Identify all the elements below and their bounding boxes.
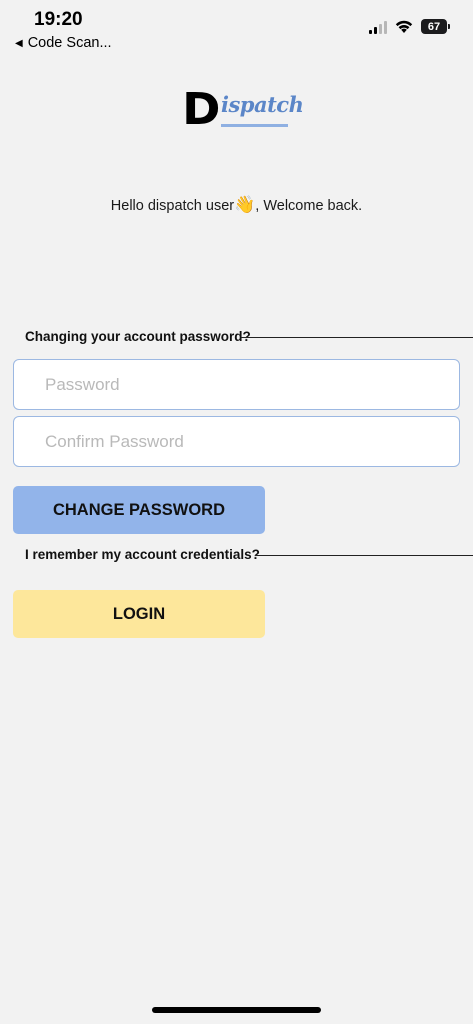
welcome-back-text: , Welcome back. [255, 198, 363, 214]
logo-letter: D [182, 84, 221, 135]
home-indicator[interactable] [152, 1007, 321, 1013]
back-app-label: Code Scan... [27, 35, 112, 51]
back-to-app-link[interactable]: ◀ Code Scan... [15, 35, 112, 51]
confirm-password-input[interactable] [13, 416, 460, 467]
status-time: 19:20 [34, 9, 83, 30]
logo-underline [221, 124, 288, 127]
login-button[interactable]: LOGIN [13, 590, 265, 638]
login-screen: 19:20 ◀ Code Scan... 67 D ispatch Hello … [0, 0, 473, 1024]
wifi-icon [395, 20, 413, 33]
logo-word: ispatch [221, 92, 304, 117]
status-icons: 67 [369, 19, 450, 34]
change-password-label: Changing your account password? [25, 329, 251, 344]
change-password-button[interactable]: CHANGE PASSWORD [13, 486, 265, 534]
password-input[interactable] [13, 359, 460, 410]
divider-line [241, 337, 473, 338]
waving-hand-icon: 👋 [234, 195, 256, 214]
back-triangle-icon: ◀ [15, 37, 23, 49]
remember-credentials-label: I remember my account credentials? [25, 547, 260, 562]
divider-line [255, 555, 473, 556]
dispatch-logo: D ispatch [182, 84, 304, 136]
welcome-greeting: Hello dispatch user [110, 198, 235, 214]
cellular-signal-icon [369, 20, 387, 34]
welcome-message: Hello dispatch user👋, Welcome back. [0, 195, 473, 215]
battery-icon: 67 [421, 19, 450, 34]
